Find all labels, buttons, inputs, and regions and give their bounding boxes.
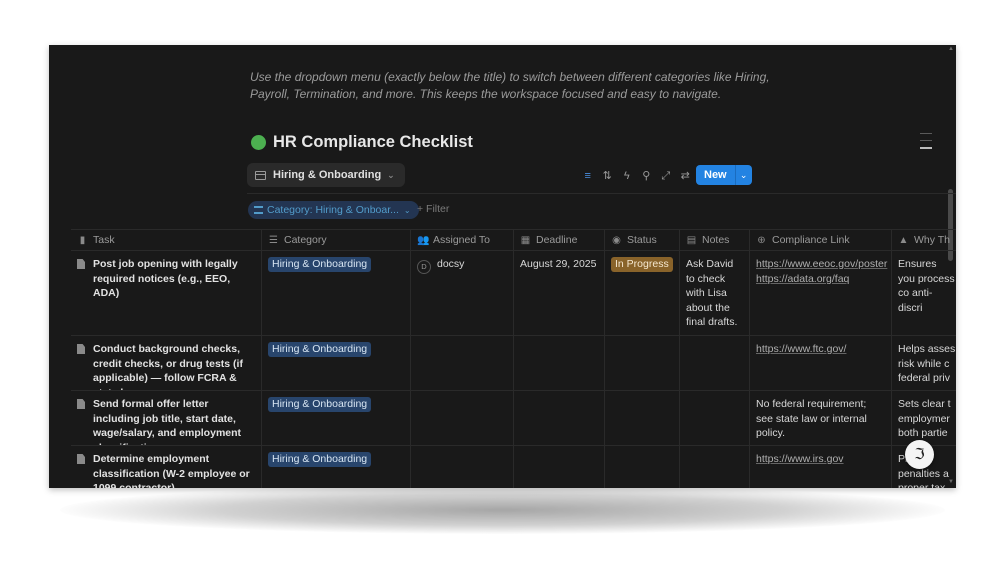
table-header-row: ▮ Task ☰ Category 👥 Assigned To ▦ Deadline ◉… [71, 229, 956, 251]
view-label: Hiring & Onboarding [273, 169, 382, 181]
people-icon: 👥 [417, 234, 430, 246]
category-tag: Hiring & Onboarding [268, 342, 372, 357]
column-header-why[interactable]: ▲ Why Th [892, 230, 956, 250]
chevron-down-icon: ⌄ [387, 169, 395, 180]
column-header-category[interactable]: ☰ Category [262, 230, 411, 250]
new-button[interactable]: New [696, 165, 735, 185]
compliance-link[interactable]: https://www.eeoc.gov/poster [756, 257, 887, 272]
notes-cell[interactable] [680, 336, 750, 390]
notes-cell[interactable]: Ask David to check with Lisa about the f… [680, 251, 750, 335]
table-view-icon [255, 170, 266, 180]
status-cell[interactable]: In Progress [605, 251, 680, 335]
toolbar-divider [247, 193, 956, 194]
category-tag: Hiring & Onboarding [268, 257, 372, 272]
task-cell[interactable]: Post job opening with legally required n… [71, 251, 262, 335]
deadline-cell[interactable] [514, 391, 605, 445]
column-header-assigned-to[interactable]: 👥 Assigned To [411, 230, 514, 250]
status-cell[interactable] [605, 391, 680, 445]
category-filter-icon [254, 206, 263, 214]
column-header-compliance-link[interactable]: ⊕ Compliance Link [750, 230, 892, 250]
category-cell[interactable]: Hiring & Onboarding [262, 251, 411, 335]
expand-icon[interactable]: ⤢ [656, 166, 676, 186]
page-title-row: HR Compliance Checklist [251, 133, 473, 152]
task-cell[interactable]: Determine employment classification (W-2… [71, 446, 262, 488]
assigned-cell[interactable]: Ddocsy [411, 251, 514, 335]
view-selector-dropdown[interactable]: Hiring & Onboarding ⌄ [247, 163, 405, 187]
intro-callout-text: Use the dropdown menu (exactly below the… [250, 70, 770, 101]
notes-cell[interactable] [680, 446, 750, 488]
toc-line [920, 133, 932, 134]
notes-icon: ▤ [686, 234, 697, 246]
category-tag: Hiring & Onboarding [268, 397, 372, 412]
compliance-link[interactable]: https://adata.org/faq [756, 272, 885, 287]
new-dropdown-chevron-icon[interactable]: ⌄ [734, 165, 752, 185]
scroll-up-arrow-icon[interactable]: ▲ [948, 46, 954, 52]
why-cell[interactable]: Helps asses risk while c federal priv [892, 336, 956, 390]
compliance-link-cell: https://www.eeoc.gov/poster https://adat… [750, 251, 892, 335]
new-button-group: New ⌄ [696, 165, 752, 185]
compliance-link[interactable]: https://www.ftc.gov/ [756, 342, 885, 357]
column-header-deadline[interactable]: ▦ Deadline [514, 230, 605, 250]
database-toolbar: ≡ ⇅ ϟ ⚲ ⤢ ⇄ [578, 166, 695, 186]
page-icon [77, 344, 85, 354]
table-row[interactable]: Post job opening with legally required n… [71, 251, 956, 336]
settings-sliders-icon[interactable]: ⇄ [676, 166, 696, 186]
task-cell[interactable]: Conduct background checks, credit checks… [71, 336, 262, 390]
stack-icon: ☰ [269, 234, 278, 246]
page-title[interactable]: HR Compliance Checklist [273, 133, 473, 152]
assignee-name: docsy [437, 258, 465, 270]
automation-bolt-icon[interactable]: ϟ [617, 166, 637, 186]
calendar-icon: ▦ [520, 234, 531, 246]
table-row[interactable]: Determine employment classification (W-2… [71, 446, 956, 488]
table-row[interactable]: Send formal offer letter including job t… [71, 391, 956, 446]
toc-line [920, 140, 932, 141]
globe-icon: ⊕ [757, 234, 766, 246]
compliance-link-cell[interactable]: No federal requirement; see state law or… [750, 391, 892, 445]
table-row[interactable]: Conduct background checks, credit checks… [71, 336, 956, 391]
page-icon [77, 259, 85, 269]
category-tag: Hiring & Onboarding [268, 452, 372, 467]
column-header-status[interactable]: ◉ Status [605, 230, 680, 250]
table-of-contents-indicator[interactable] [920, 133, 932, 155]
notion-window: ▲ ▼ Use the dropdown menu (exactly below… [49, 45, 956, 488]
deadline-cell[interactable] [514, 336, 605, 390]
search-icon[interactable]: ⚲ [637, 166, 657, 186]
warning-icon: ▲ [898, 234, 909, 246]
sort-icon[interactable]: ⇅ [598, 166, 618, 186]
category-cell[interactable]: Hiring & Onboarding [262, 336, 411, 390]
notes-cell[interactable] [680, 391, 750, 445]
assigned-cell[interactable] [411, 446, 514, 488]
status-cell[interactable] [605, 336, 680, 390]
compliance-link-cell: https://www.ftc.gov/ [750, 336, 892, 390]
assigned-cell[interactable] [411, 391, 514, 445]
toc-line-active [920, 147, 932, 149]
status-badge: In Progress [611, 257, 673, 272]
why-cell[interactable]: Ensures you process co anti-discri [892, 251, 956, 335]
column-header-task[interactable]: ▮ Task [71, 230, 262, 250]
filter-chip-label: Category: Hiring & Onboar... [267, 204, 399, 216]
green-circle-icon [251, 135, 266, 150]
column-header-notes[interactable]: ▤ Notes [680, 230, 750, 250]
status-icon: ◉ [612, 234, 621, 246]
category-cell[interactable]: Hiring & Onboarding [262, 391, 411, 445]
add-filter-button[interactable]: + Filter [417, 203, 449, 215]
why-cell[interactable]: Sets clear t employmer both partie [892, 391, 956, 445]
category-cell[interactable]: Hiring & Onboarding [262, 446, 411, 488]
compliance-link[interactable]: https://www.irs.gov [756, 452, 885, 467]
task-cell[interactable]: Send formal offer letter including job t… [71, 391, 262, 445]
compliance-link-cell: https://www.irs.gov [750, 446, 892, 488]
chevron-down-icon: ⌄ [403, 205, 411, 215]
deadline-cell[interactable]: August 29, 2025 [514, 251, 605, 335]
filter-icon[interactable]: ≡ [578, 166, 598, 186]
status-cell[interactable] [605, 446, 680, 488]
page-icon [77, 454, 85, 464]
deadline-cell[interactable] [514, 446, 605, 488]
bookmark-icon: ▮ [79, 234, 86, 246]
window-shadow [60, 486, 945, 534]
category-filter-chip[interactable]: Category: Hiring & Onboar... ⌄ [248, 201, 419, 219]
assigned-cell[interactable] [411, 336, 514, 390]
avatar: D [417, 260, 431, 274]
ai-assistant-button[interactable]: ℑ [905, 440, 934, 469]
page-icon [77, 399, 85, 409]
